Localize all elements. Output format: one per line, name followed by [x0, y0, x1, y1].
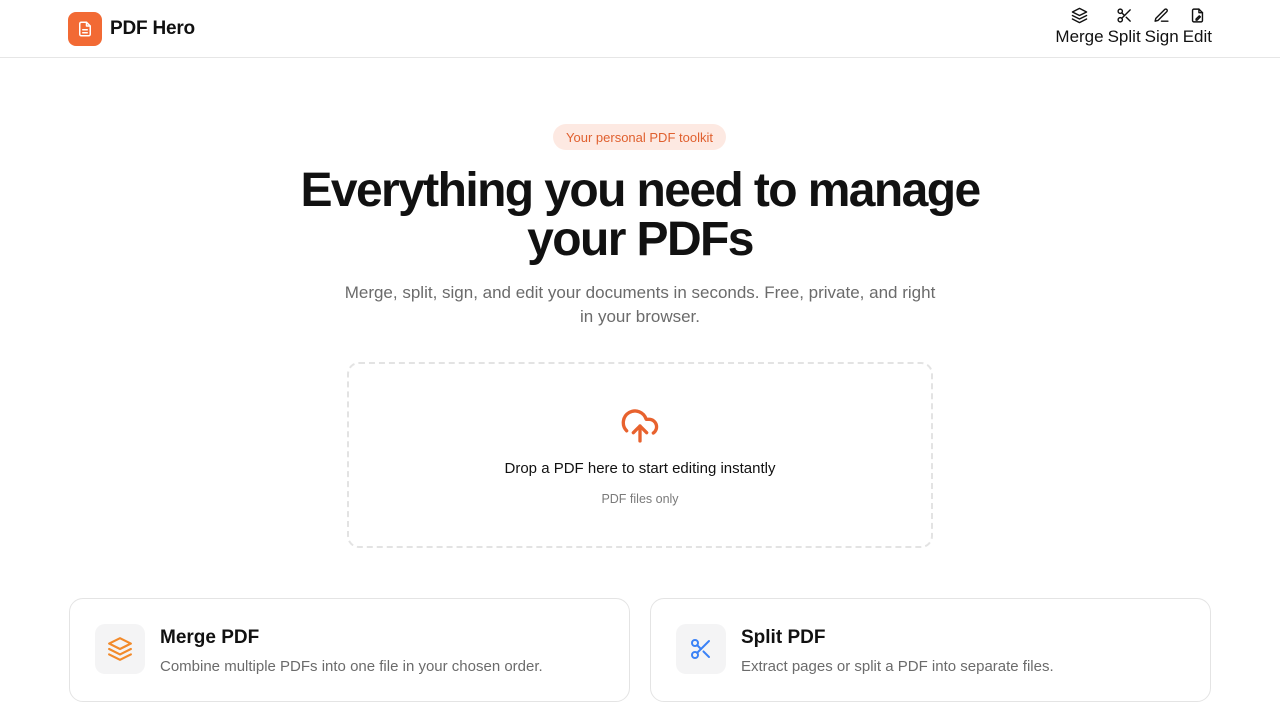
nav-label: Split	[1107, 27, 1141, 46]
nav-item-merge[interactable]: Merge	[1055, 7, 1104, 47]
split-pdf-card[interactable]: Split PDF Extract pages or split a PDF i…	[650, 598, 1211, 702]
card-description: Extract pages or split a PDF into separa…	[741, 658, 1054, 675]
card-icon-box	[676, 624, 726, 674]
main-nav: Merge Split Sign Edit	[1055, 7, 1212, 47]
dropzone-hint: PDF files only	[601, 492, 679, 506]
file-edit-icon	[1191, 8, 1204, 23]
card-title: Split PDF	[741, 627, 826, 648]
nav-item-edit[interactable]: Edit	[1183, 7, 1212, 47]
nav-label: Edit	[1182, 27, 1212, 46]
nav-label: Merge	[1055, 27, 1104, 46]
brand[interactable]: PDF Hero	[68, 12, 195, 46]
document-icon	[68, 12, 102, 46]
card-title: Merge PDF	[160, 627, 260, 648]
nav-item-split[interactable]: Split	[1108, 7, 1141, 47]
scissors-icon	[1117, 8, 1131, 23]
card-description: Combine multiple PDFs into one file in y…	[160, 658, 543, 675]
scissors-icon	[691, 639, 710, 659]
hero-title: Everything you need to manage your PDFs	[300, 164, 981, 266]
pdf-dropzone[interactable]: Drop a PDF here to start editing instant…	[347, 362, 933, 548]
nav-label: Sign	[1144, 27, 1179, 46]
brand-name: PDF Hero	[110, 18, 195, 39]
pen-icon	[1154, 8, 1169, 22]
layers-icon	[1071, 7, 1088, 24]
dropzone-title: Drop a PDF here to start editing instant…	[504, 460, 776, 477]
layers-icon	[108, 637, 132, 661]
toolkit-badge: Your personal PDF toolkit	[553, 124, 726, 150]
merge-pdf-card[interactable]: Merge PDF Combine multiple PDFs into one…	[69, 598, 630, 702]
top-navigation-bar: PDF Hero Merge Split Sign Edit	[0, 0, 1280, 58]
nav-item-sign[interactable]: Sign	[1145, 7, 1179, 47]
hero-subtitle: Merge, split, sign, and edit your docume…	[344, 283, 936, 326]
card-icon-box	[95, 624, 145, 674]
cloud-upload-icon	[621, 409, 659, 443]
